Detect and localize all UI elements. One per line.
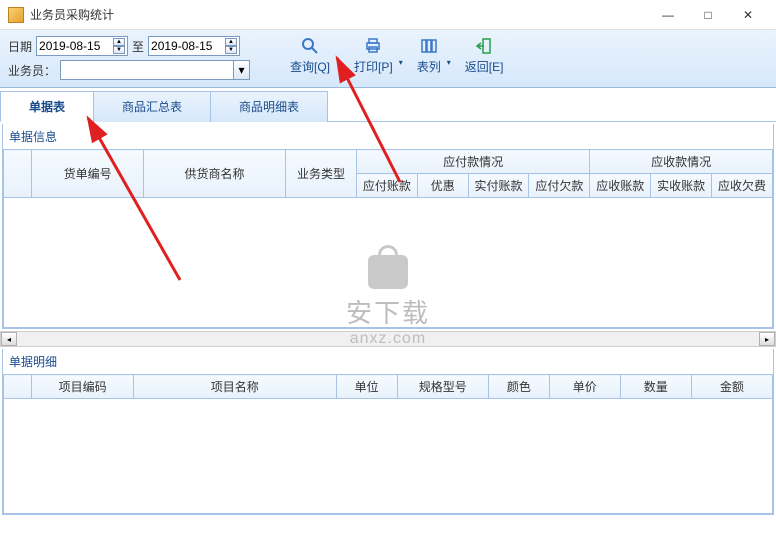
col-btype[interactable]: 业务类型 bbox=[285, 150, 356, 198]
col-payable-acct[interactable]: 应付账款 bbox=[356, 174, 417, 198]
panel-bill-info: 单据信息 货单编号 供货商名称 业务类型 应付款情况 应收款情况 应付账款 优惠… bbox=[2, 124, 774, 329]
print-button[interactable]: 打印[P] ▾ bbox=[342, 34, 405, 77]
date-to-label: 至 bbox=[132, 38, 144, 55]
tab-goods-detail[interactable]: 商品明细表 bbox=[210, 91, 328, 122]
tab-bill-list[interactable]: 单据表 bbox=[0, 91, 94, 122]
col-payable-group[interactable]: 应付款情况 bbox=[356, 150, 589, 174]
col-paid-acct[interactable]: 实付账款 bbox=[468, 174, 529, 198]
col-bill-no[interactable]: 货单编号 bbox=[32, 150, 144, 198]
date-from-down[interactable]: ▼ bbox=[113, 46, 125, 54]
window-title: 业务员采购统计 bbox=[30, 6, 648, 23]
col2-unit[interactable]: 单位 bbox=[336, 375, 397, 399]
h-scrollbar[interactable]: ◂ ▸ bbox=[0, 331, 776, 347]
panel-bill-detail: 单据明细 项目编码 项目名称 单位 规格型号 颜色 单价 数量 金额 bbox=[2, 349, 774, 515]
col2-spec[interactable]: 规格型号 bbox=[397, 375, 488, 399]
maximize-button[interactable]: □ bbox=[688, 1, 728, 29]
salesman-label: 业务员： bbox=[8, 62, 56, 79]
col-discount[interactable]: 优惠 bbox=[417, 174, 468, 198]
date-from-field[interactable] bbox=[39, 39, 111, 53]
search-icon bbox=[300, 36, 320, 56]
minimize-button[interactable]: — bbox=[648, 1, 688, 29]
date-from-input[interactable]: ▲▼ bbox=[36, 36, 128, 56]
col-payable-owe[interactable]: 应付欠款 bbox=[529, 174, 590, 198]
columns-icon bbox=[419, 36, 439, 56]
print-label: 打印[P] bbox=[354, 58, 393, 75]
chevron-down-icon[interactable]: ▾ bbox=[233, 61, 249, 79]
columns-button[interactable]: 表列 ▾ bbox=[405, 34, 453, 77]
col2-rowhandle[interactable] bbox=[4, 375, 32, 399]
scroll-left-icon[interactable]: ◂ bbox=[1, 332, 17, 346]
dropdown-icon: ▾ bbox=[447, 58, 451, 67]
col-received-acct[interactable]: 实收账款 bbox=[651, 174, 712, 198]
col2-qty[interactable]: 数量 bbox=[620, 375, 691, 399]
date-from-up[interactable]: ▲ bbox=[113, 38, 125, 46]
col2-item-name[interactable]: 项目名称 bbox=[133, 375, 336, 399]
bill-detail-grid: 项目编码 项目名称 单位 规格型号 颜色 单价 数量 金额 bbox=[3, 374, 773, 514]
back-label: 返回[E] bbox=[465, 58, 504, 75]
query-button[interactable]: 查询[Q] bbox=[278, 34, 342, 77]
toolbar-area: 日期 ▲▼ 至 ▲▼ 业务员： ▾ 查询[Q] bbox=[0, 30, 776, 88]
filter-panel: 日期 ▲▼ 至 ▲▼ 业务员： ▾ bbox=[0, 30, 258, 87]
scroll-right-icon[interactable]: ▸ bbox=[759, 332, 775, 346]
date-to-down[interactable]: ▼ bbox=[225, 46, 237, 54]
col2-price[interactable]: 单价 bbox=[549, 375, 620, 399]
col-supplier[interactable]: 供货商名称 bbox=[143, 150, 285, 198]
printer-icon bbox=[363, 36, 383, 56]
col2-item-code[interactable]: 项目编码 bbox=[32, 375, 133, 399]
date-to-up[interactable]: ▲ bbox=[225, 38, 237, 46]
col-receivable-owe[interactable]: 应收欠费 bbox=[712, 174, 773, 198]
bill-info-grid-body[interactable] bbox=[3, 198, 773, 328]
tab-strip: 单据表 商品汇总表 商品明细表 bbox=[0, 90, 776, 122]
exit-icon bbox=[474, 36, 494, 56]
col2-amount[interactable]: 金额 bbox=[691, 375, 772, 399]
salesman-combo[interactable]: ▾ bbox=[60, 60, 250, 80]
tab-goods-summary[interactable]: 商品汇总表 bbox=[93, 91, 211, 122]
toolbar-buttons: 查询[Q] 打印[P] ▾ 表列 ▾ 返回[E] bbox=[278, 30, 515, 87]
date-label: 日期 bbox=[8, 38, 32, 55]
window-titlebar: 业务员采购统计 — □ ✕ bbox=[0, 0, 776, 30]
close-button[interactable]: ✕ bbox=[728, 1, 768, 29]
col-receivable-group[interactable]: 应收款情况 bbox=[590, 150, 773, 174]
date-to-input[interactable]: ▲▼ bbox=[148, 36, 240, 56]
back-button[interactable]: 返回[E] bbox=[453, 34, 516, 77]
col2-color[interactable]: 颜色 bbox=[488, 375, 549, 399]
col-rowhandle[interactable] bbox=[4, 150, 32, 198]
bill-detail-grid-body[interactable] bbox=[3, 399, 773, 514]
bill-detail-title: 单据明细 bbox=[3, 349, 773, 374]
col-receivable-acct[interactable]: 应收账款 bbox=[590, 174, 651, 198]
dropdown-icon: ▾ bbox=[399, 58, 403, 67]
app-icon bbox=[8, 7, 24, 23]
date-to-field[interactable] bbox=[151, 39, 223, 53]
columns-label: 表列 bbox=[417, 58, 441, 75]
bill-info-title: 单据信息 bbox=[3, 124, 773, 149]
query-label: 查询[Q] bbox=[290, 58, 330, 75]
bill-info-grid: 货单编号 供货商名称 业务类型 应付款情况 应收款情况 应付账款 优惠 实付账款… bbox=[3, 149, 773, 328]
